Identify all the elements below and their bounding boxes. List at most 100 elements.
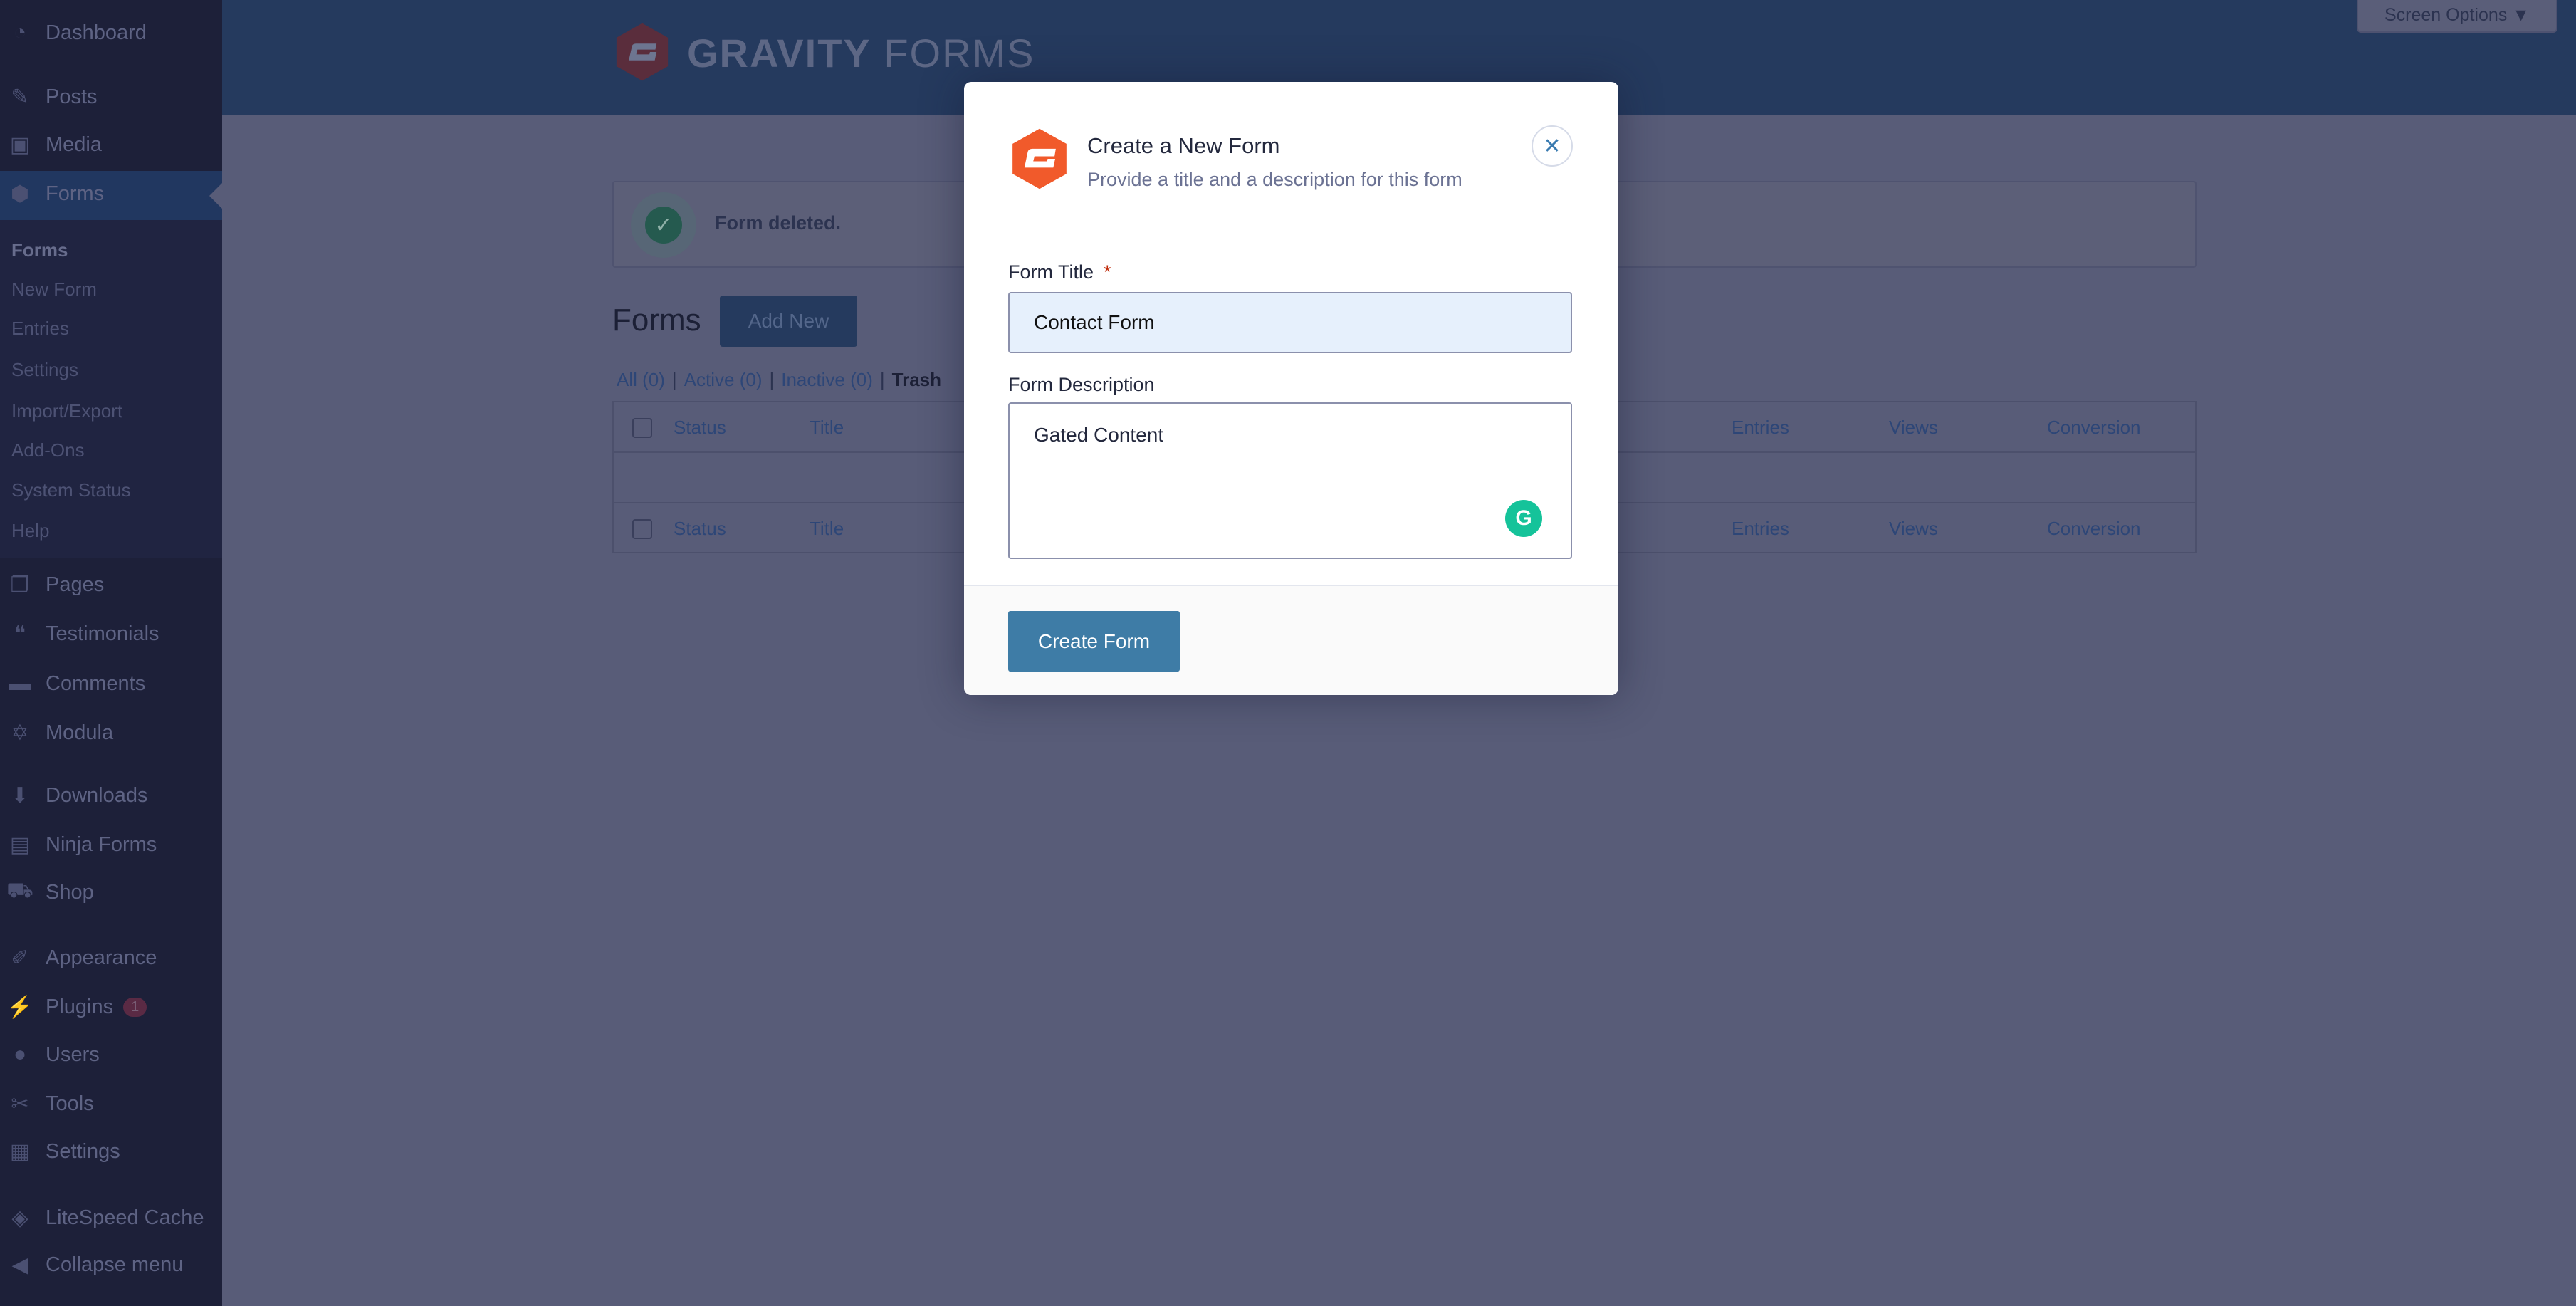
submenu-item-new-form[interactable]: New Form <box>11 275 97 303</box>
brand-bold: GRAVITY <box>687 31 871 75</box>
notice-text: Form deleted. <box>715 212 842 234</box>
pages-icon: ❐ <box>10 573 30 597</box>
screen-options-button[interactable]: Screen Options ▼ <box>2357 0 2557 33</box>
create-form-modal: Create a New Form Provide a title and a … <box>964 82 1618 695</box>
column-status[interactable]: Status <box>674 417 726 439</box>
sidebar-item-label: Shop <box>46 880 94 904</box>
modula-icon: ✡ <box>11 721 29 745</box>
column-conversion[interactable]: Conversion <box>2047 518 2141 540</box>
select-all-checkbox-footer[interactable] <box>632 519 652 539</box>
litespeed-icon: ◈ <box>11 1206 28 1230</box>
column-title[interactable]: Title <box>810 518 844 540</box>
download-icon: ⬇ <box>11 783 29 808</box>
submenu-item-add-ons[interactable]: Add-Ons <box>11 436 85 464</box>
filter-all[interactable]: All (0) <box>617 369 665 390</box>
submenu-item-import-export[interactable]: Import/Export <box>11 397 122 425</box>
sidebar-item-testimonials[interactable]: ❝ Testimonials <box>0 616 222 652</box>
gravity-forms-icon: ⬢ <box>10 182 30 206</box>
sidebar-item-pages[interactable]: ❐ Pages <box>0 567 222 602</box>
form-title-label: Form Title * <box>1008 261 1111 283</box>
required-marker: * <box>1104 261 1111 283</box>
update-count-badge: 1 <box>123 997 147 1017</box>
paintbrush-icon: ✐ <box>11 946 29 970</box>
cart-icon: ⛟ <box>6 879 33 902</box>
sidebar-item-label: Pages <box>46 573 105 596</box>
sidebar-item-label: Media <box>46 132 102 156</box>
add-new-button[interactable]: Add New <box>720 296 857 347</box>
grammarly-icon[interactable]: G <box>1505 500 1542 537</box>
label-text: Form Title <box>1008 261 1094 283</box>
select-all-checkbox[interactable] <box>632 418 652 438</box>
sidebar-item-label: Posts <box>46 85 98 108</box>
column-entries[interactable]: Entries <box>1732 417 1789 439</box>
sidebar-item-label: Collapse menu <box>46 1253 184 1276</box>
sidebar-item-plugins[interactable]: ⚡ Plugins 1 <box>0 989 222 1025</box>
sidebar-item-posts[interactable]: ✎ Posts <box>0 79 222 115</box>
column-views[interactable]: Views <box>1889 417 1938 439</box>
ninja-forms-icon: ▤ <box>9 832 31 857</box>
form-description-textarea[interactable]: Gated Content <box>1008 402 1572 559</box>
user-icon: ● <box>13 1043 27 1066</box>
sidebar-item-label: Appearance <box>46 946 157 969</box>
sidebar-item-media[interactable]: ▣ Media <box>0 127 222 162</box>
media-icon: ▣ <box>9 132 31 157</box>
sidebar-item-label: Forms <box>46 182 105 205</box>
sidebar-item-comments[interactable]: ▬ Comments <box>0 666 222 701</box>
gravity-forms-logo-icon <box>1012 128 1067 189</box>
plugin-icon: ⚡ <box>6 995 33 1019</box>
modal-title: Create a New Form <box>1087 133 1280 158</box>
column-views[interactable]: Views <box>1889 518 1938 540</box>
submenu-item-forms[interactable]: Forms <box>11 236 68 264</box>
sidebar-item-label: Modula <box>46 721 114 744</box>
filter-trash[interactable]: Trash <box>892 369 941 390</box>
wrench-icon: ✂ <box>11 1092 29 1116</box>
page-title: Forms <box>612 303 701 338</box>
sidebar-item-tools[interactable]: ✂ Tools <box>0 1086 222 1122</box>
submenu-item-settings[interactable]: Settings <box>11 355 78 384</box>
separator: | <box>671 369 677 390</box>
gravity-forms-wordmark: GRAVITY FORMS <box>687 30 1035 76</box>
quote-icon: ❝ <box>14 622 26 646</box>
sidebar-item-litespeed-cache[interactable]: ◈ LiteSpeed Cache <box>0 1200 222 1236</box>
filter-inactive[interactable]: Inactive (0) <box>781 369 873 390</box>
sidebar-item-downloads[interactable]: ⬇ Downloads <box>0 778 222 813</box>
status-filters: All (0) | Active (0) | Inactive (0) | Trash <box>617 369 941 391</box>
filter-active[interactable]: Active (0) <box>684 369 763 390</box>
sidebar-item-label: Ninja Forms <box>46 832 157 856</box>
sidebar-item-label: Comments <box>46 672 146 695</box>
sidebar-item-users[interactable]: ● Users <box>0 1037 222 1072</box>
sidebar-item-label: Settings <box>46 1139 120 1163</box>
sidebar-item-modula[interactable]: ✡ Modula <box>0 715 222 751</box>
sidebar-item-appearance[interactable]: ✐ Appearance <box>0 940 222 976</box>
sidebar-item-shop[interactable]: ⛟ Shop <box>0 874 222 910</box>
column-status[interactable]: Status <box>674 518 726 540</box>
sidebar-item-settings[interactable]: ▦ Settings <box>0 1134 222 1169</box>
sidebar-item-label: Testimonials <box>46 622 159 645</box>
settings-icon: ▦ <box>9 1139 31 1164</box>
sidebar-item-label: Tools <box>46 1092 94 1115</box>
comment-icon: ▬ <box>9 672 31 695</box>
brand-light: FORMS <box>884 31 1035 75</box>
column-conversion[interactable]: Conversion <box>2047 417 2141 439</box>
create-form-button[interactable]: Create Form <box>1008 611 1180 672</box>
close-icon[interactable]: ✕ <box>1532 125 1573 167</box>
column-title[interactable]: Title <box>810 417 844 439</box>
sidebar-item-label: Downloads <box>46 783 148 807</box>
sidebar-item-label: Plugins <box>46 995 114 1018</box>
sidebar-item-label: Dashboard <box>46 21 147 44</box>
sidebar-item-ninja-forms[interactable]: ▤ Ninja Forms <box>0 827 222 862</box>
sidebar-item-collapse-menu[interactable]: ◀ Collapse menu <box>0 1247 222 1283</box>
sidebar-item-dashboard[interactable]: ◔ Dashboard <box>0 15 222 51</box>
sidebar-item-label: Users <box>46 1043 100 1066</box>
sidebar-item-forms[interactable]: ⬢ Forms <box>0 176 222 211</box>
column-entries[interactable]: Entries <box>1732 518 1789 540</box>
modal-footer: Create Form <box>964 585 1618 695</box>
submenu-item-help[interactable]: Help <box>11 516 49 545</box>
form-title-input[interactable]: Contact Form <box>1008 292 1572 353</box>
form-description-label: Form Description <box>1008 374 1155 395</box>
check-icon: ✓ <box>645 207 682 244</box>
forms-submenu <box>0 220 222 558</box>
pin-icon: ✎ <box>11 85 29 109</box>
submenu-item-system-status[interactable]: System Status <box>11 476 131 504</box>
submenu-item-entries[interactable]: Entries <box>11 314 69 343</box>
